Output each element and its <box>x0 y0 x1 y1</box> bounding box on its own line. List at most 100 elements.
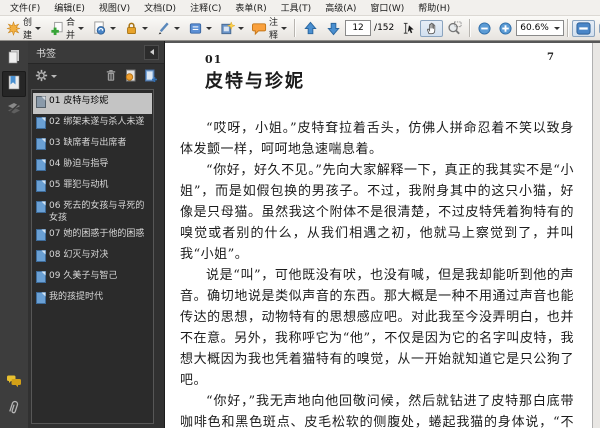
document-area[interactable]: 01 皮特与珍妮 7 “哎呀，小姐。”皮特耷拉着舌头，仿佛人拼命忍着不笑以致身体… <box>165 41 600 428</box>
document-page: 01 皮特与珍妮 7 “哎呀，小姐。”皮特耷拉着舌头，仿佛人拼命忍着不笑以致身体… <box>165 43 593 428</box>
menu-comment[interactable]: 注释(C) <box>183 0 228 15</box>
paragraph-2: “你好，好久不见。”先向大家解释一下，真正的我其实不是“小姐”，而是如假包换的男… <box>180 163 574 262</box>
zoom-in-button[interactable] <box>495 20 516 37</box>
bookmark-item-05[interactable]: 05 罪犯与动机 <box>33 177 152 198</box>
chevron-down-icon <box>174 26 181 30</box>
pen-icon <box>156 21 171 36</box>
chevron-down-icon <box>35 26 42 30</box>
paperclip-icon <box>6 399 22 420</box>
bookmark-label: 02 绑架未遂与杀人未遂 <box>49 117 145 127</box>
bookmark-item-09[interactable]: 09 久美子与智己 <box>33 268 152 289</box>
bookmark-item-10[interactable]: 我的孩提时代 <box>33 289 152 310</box>
bookmark-page-icon <box>36 138 46 154</box>
bookmark-page-icon <box>36 292 46 308</box>
bookmarks-toolbar <box>28 64 164 88</box>
export-star-icon <box>220 20 236 36</box>
menu-forms[interactable]: 表单(R) <box>228 0 273 15</box>
bookmark-item-02[interactable]: 02 绑架未遂与杀人未遂 <box>33 114 152 135</box>
toolbar-separator <box>469 19 472 37</box>
bookmark-page-icon <box>36 159 46 175</box>
hand-tool-button[interactable] <box>420 19 444 37</box>
chevron-down-icon <box>78 26 85 30</box>
menu-edit[interactable]: 编辑(E) <box>47 0 92 15</box>
protect-button[interactable] <box>120 20 152 37</box>
bookmark-label: 09 久美子与智己 <box>49 271 118 281</box>
delete-bookmark-button[interactable] <box>105 67 117 86</box>
navigation-panel-strip <box>0 41 28 428</box>
bookmarks-panel-header: 书签 <box>28 41 164 64</box>
bookmark-item-07[interactable]: 07 她的困惑于他的困惑 <box>33 226 152 247</box>
chevron-down-icon <box>142 26 149 30</box>
pages-panel-button[interactable] <box>2 45 26 71</box>
bookmark-item-03[interactable]: 03 缺席者与出席者 <box>33 135 152 156</box>
create-pdf-label: 创建 <box>23 18 33 41</box>
sign-button[interactable] <box>152 20 184 37</box>
body-text: “哎呀，小姐。”皮特耷拉着舌头，仿佛人拼命忍着不笑以致身体发颤一样，呵呵地急速喘… <box>180 118 574 428</box>
bookmarks-panel-title: 书签 <box>36 48 56 60</box>
menu-window[interactable]: 窗口(W) <box>363 0 411 15</box>
menu-document[interactable]: 文档(D) <box>137 0 183 15</box>
bookmark-list: 01 皮特与珍妮 02 绑架未遂与杀人未遂 03 缺席者与出席者 04 胁迫与指… <box>31 89 154 424</box>
convert-button[interactable] <box>88 20 120 37</box>
menu-view[interactable]: 视图(V) <box>92 0 137 15</box>
hand-tool-icon <box>424 21 439 36</box>
bookmark-item-04[interactable]: 04 胁迫与指导 <box>33 156 152 177</box>
chevron-down-icon <box>553 26 560 30</box>
next-page-button[interactable] <box>322 20 345 37</box>
fit-width-icon <box>576 21 591 36</box>
page-number-input[interactable] <box>345 20 372 36</box>
zoom-out-button[interactable] <box>474 20 495 37</box>
menu-help[interactable]: 帮助(H) <box>411 0 457 15</box>
bookmark-options-button[interactable] <box>35 67 57 86</box>
bookmark-icon <box>6 74 22 95</box>
comments-panel-button[interactable] <box>2 370 26 396</box>
chevron-down-icon <box>281 26 288 30</box>
attachments-panel-button[interactable] <box>2 396 26 422</box>
collapse-arrow-icon <box>149 49 154 55</box>
page-total-label: /152 <box>374 23 395 33</box>
bookmark-label: 04 胁迫与指导 <box>49 159 109 169</box>
menu-tools[interactable]: 工具(T) <box>274 0 319 15</box>
paragraph-1: “哎呀，小姐。”皮特耷拉着舌头，仿佛人拼命忍着不笑以致身体发颤一样，呵呵地急速喘… <box>180 121 574 157</box>
menu-bar: 文件(F) 编辑(E) 视图(V) 文档(D) 注释(C) 表单(R) 工具(T… <box>0 0 600 16</box>
menu-file[interactable]: 文件(F) <box>3 0 47 15</box>
combine-files-label: 合并 <box>66 18 76 41</box>
add-bookmark-button[interactable] <box>144 67 157 86</box>
bookmark-page-icon <box>36 271 46 287</box>
bookmark-item-08[interactable]: 08 幻灭与对决 <box>33 247 152 268</box>
paragraph-4: “你好，”我无声地向他回敬问候，然后就钻进了皮特那白底带咖啡色和黑色斑点、皮毛松… <box>180 394 574 428</box>
text-edit-icon <box>188 21 203 36</box>
gear-icon <box>35 67 48 86</box>
zoom-level-input[interactable]: 60.6% <box>516 20 564 36</box>
create-pdf-button[interactable]: 创建 <box>2 18 45 41</box>
combine-files-button[interactable]: 合并 <box>45 18 88 41</box>
fit-width-button[interactable] <box>571 19 595 37</box>
select-tool-button[interactable] <box>397 20 420 37</box>
previous-page-button[interactable] <box>299 20 322 37</box>
comments-icon <box>6 373 22 393</box>
bookmark-page-icon <box>36 201 46 217</box>
bookmarks-panel: 书签 01 皮特与珍妮 02 绑架未遂与杀人未遂 03 缺席者与出席者 04 胁… <box>28 41 165 428</box>
chevron-down-icon <box>238 26 245 30</box>
bookmark-item-06[interactable]: 06 死去的女孩与寻死的女孩 <box>33 198 152 226</box>
convert-icon <box>92 20 107 36</box>
menu-advanced[interactable]: 高级(A) <box>318 0 363 15</box>
bookmark-page-icon <box>36 250 46 266</box>
marquee-zoom-button[interactable] <box>443 20 466 37</box>
chapter-number: 01 <box>205 53 223 66</box>
expand-current-bookmark-button[interactable] <box>124 67 137 86</box>
fit-page-button[interactable] <box>595 20 600 37</box>
layers-panel-button[interactable] <box>2 97 26 123</box>
export-button[interactable] <box>216 20 248 37</box>
comment-button[interactable]: 注释 <box>248 18 291 41</box>
comment-bubble-icon <box>252 21 267 36</box>
arrow-up-icon <box>303 21 318 36</box>
bookmarks-panel-button[interactable] <box>2 71 26 97</box>
edit-text-button[interactable] <box>184 20 216 37</box>
bookmark-page-icon <box>36 229 46 245</box>
bookmark-label: 08 幻灭与对决 <box>49 250 109 260</box>
select-tool-icon <box>401 21 416 36</box>
collapse-panel-button[interactable] <box>144 44 159 60</box>
bookmark-item-01[interactable]: 01 皮特与珍妮 <box>33 93 152 114</box>
zoom-level-value: 60.6% <box>520 23 549 33</box>
